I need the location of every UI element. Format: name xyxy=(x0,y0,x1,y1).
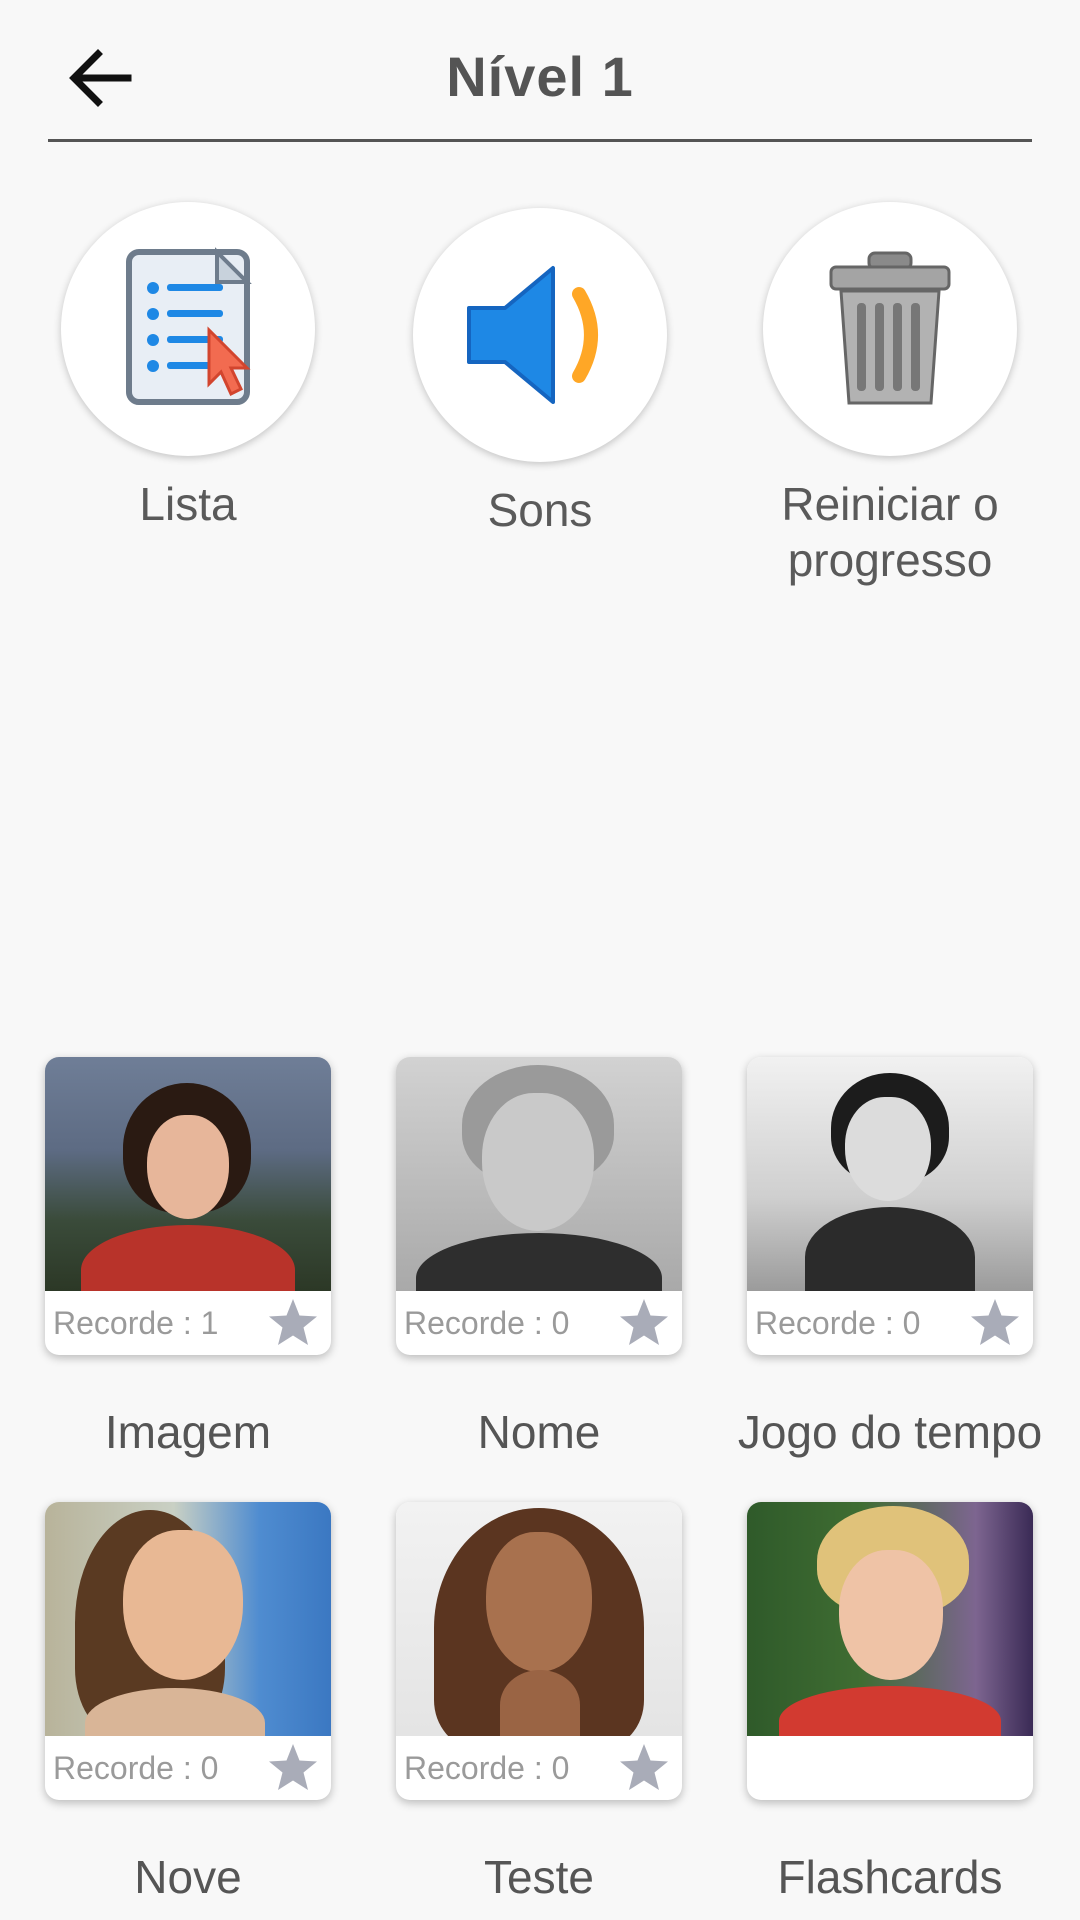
game-jogo-do-tempo[interactable]: Recorde : 0 Jogo do tempo xyxy=(725,1057,1055,1459)
game-nove[interactable]: Recorde : 0 Nove xyxy=(23,1502,353,1904)
game-flashcards[interactable]: Flashcards xyxy=(725,1502,1055,1904)
star-icon xyxy=(620,1744,668,1790)
reset-progress-button[interactable]: Reiniciar o progresso xyxy=(740,202,1040,588)
game-card[interactable]: Recorde : 0 xyxy=(396,1502,682,1800)
game-label: Jogo do tempo xyxy=(737,1406,1043,1458)
list-label: Lista xyxy=(139,478,237,530)
game-card[interactable]: Recorde : 0 xyxy=(45,1502,331,1800)
sounds-label: Sons xyxy=(487,484,593,536)
record-text: Recorde : 0 xyxy=(404,1749,570,1786)
header-divider xyxy=(48,139,1032,142)
game-imagem[interactable]: Recorde : 1 Imagem xyxy=(23,1057,353,1459)
portrait-photo xyxy=(45,1502,331,1736)
record-text: Recorde : 1 xyxy=(53,1304,219,1341)
record-text: Recorde : 0 xyxy=(404,1304,570,1341)
list-document-icon xyxy=(126,247,252,405)
sounds-button-circle[interactable] xyxy=(413,208,667,462)
star-icon xyxy=(971,1299,1019,1345)
game-card[interactable] xyxy=(747,1502,1033,1800)
reset-progress-label: Reiniciar o progresso xyxy=(781,478,999,586)
game-card[interactable]: Recorde : 0 xyxy=(747,1057,1033,1355)
record-text: Recorde : 0 xyxy=(755,1304,921,1341)
list-button-circle[interactable] xyxy=(61,202,315,456)
game-label: Teste xyxy=(484,1851,594,1903)
game-teste[interactable]: Recorde : 0 Teste xyxy=(374,1502,704,1904)
trash-can-icon xyxy=(829,251,951,405)
card-footer: Recorde : 0 xyxy=(396,1291,682,1355)
portrait-photo xyxy=(396,1057,682,1291)
star-icon xyxy=(269,1299,317,1345)
portrait-photo xyxy=(396,1502,682,1736)
star-icon xyxy=(269,1744,317,1790)
game-card[interactable]: Recorde : 1 xyxy=(45,1057,331,1355)
list-button[interactable]: Lista xyxy=(38,202,338,532)
game-label: Flashcards xyxy=(777,1851,1003,1903)
game-card[interactable]: Recorde : 0 xyxy=(396,1057,682,1355)
portrait-photo xyxy=(747,1057,1033,1291)
sounds-button[interactable]: Sons xyxy=(390,208,690,538)
portrait-photo xyxy=(45,1057,331,1291)
app-header: Nível 1 xyxy=(0,0,1080,142)
card-footer: Recorde : 0 xyxy=(45,1736,331,1800)
game-nome[interactable]: Recorde : 0 Nome xyxy=(374,1057,704,1459)
star-icon xyxy=(620,1299,668,1345)
speaker-icon xyxy=(467,266,598,404)
portrait-photo xyxy=(747,1502,1033,1736)
page-title: Nível 1 xyxy=(446,45,634,108)
game-label: Nove xyxy=(134,1851,242,1903)
game-label: Nome xyxy=(477,1406,601,1458)
record-text: Recorde : 0 xyxy=(53,1749,219,1786)
card-footer: Recorde : 0 xyxy=(396,1736,682,1800)
card-footer: Recorde : 1 xyxy=(45,1291,331,1355)
game-label: Imagem xyxy=(104,1406,272,1458)
reset-progress-circle[interactable] xyxy=(763,202,1017,456)
card-footer: Recorde : 0 xyxy=(747,1291,1033,1355)
